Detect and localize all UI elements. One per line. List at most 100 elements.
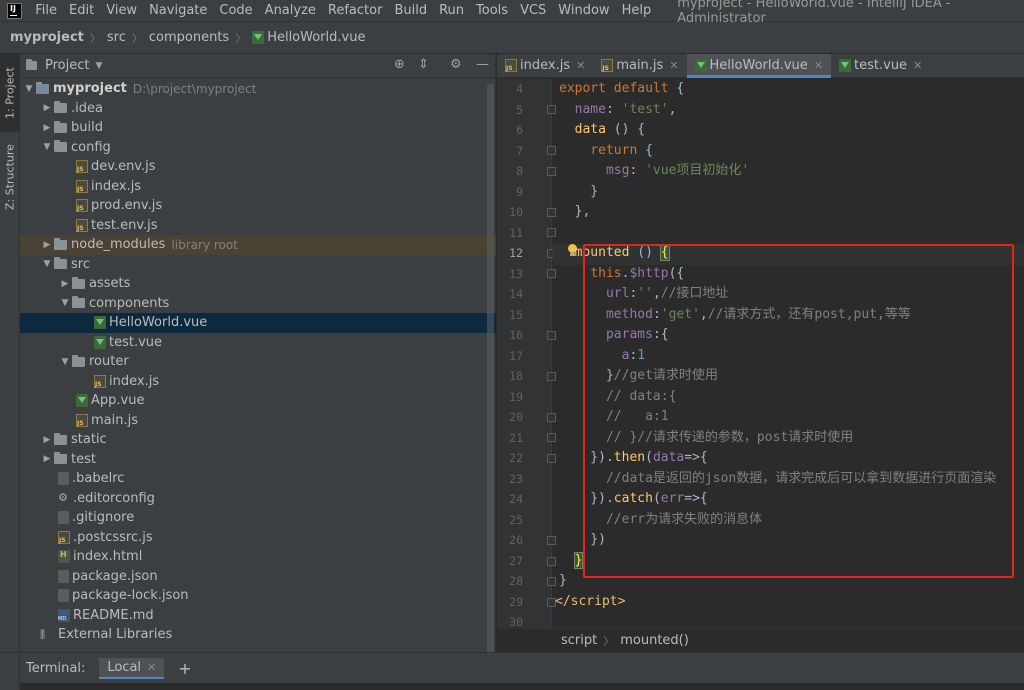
tree-item-readme-md[interactable]: README.md [20, 606, 496, 626]
fold-icon[interactable] [547, 146, 556, 155]
tree-item-helloworld-vue[interactable]: HelloWorld.vue [20, 313, 496, 333]
gear-icon[interactable]: ⚙ [450, 57, 462, 72]
fold-icon[interactable] [547, 536, 556, 545]
breadcrumb-project[interactable]: myproject [10, 30, 84, 45]
fold-icon[interactable] [547, 577, 556, 586]
tree-item-dev-env-js[interactable]: dev.env.js [20, 157, 496, 177]
breadcrumb-src[interactable]: src [107, 30, 126, 45]
tree-item-myproject[interactable]: ▼ myproject D:\project\myproject [20, 79, 496, 99]
tree-item-router[interactable]: ▼ router [20, 352, 496, 372]
fold-icon[interactable] [547, 454, 556, 463]
tab-local[interactable]: Local ✕ [99, 657, 165, 679]
chevron-down-icon[interactable]: ▼ [22, 84, 36, 94]
menu-code[interactable]: Code [213, 0, 258, 22]
tree-item-test-vue[interactable]: test.vue [20, 333, 496, 353]
editor-gutter[interactable]: 4 5 6 7 8 9 10 11 12 13 14 15 16 17 18 1… [497, 79, 556, 628]
tree-item-assets[interactable]: ▶ assets [20, 274, 496, 294]
tree-item-package-json[interactable]: package.json [20, 567, 496, 587]
editor-breadcrumb-mounted[interactable]: mounted() [620, 633, 689, 648]
tree-item-build[interactable]: ▶ build [20, 118, 496, 138]
chevron-down-icon[interactable]: ▼ [58, 357, 72, 367]
collapse-all-icon[interactable]: ⇕ [418, 57, 429, 72]
fold-icon[interactable] [547, 167, 556, 176]
tree-item-idea[interactable]: ▶ .idea [20, 99, 496, 119]
line-number: 7 [516, 143, 523, 158]
menu-navigate[interactable]: Navigate [143, 0, 213, 22]
minimize-icon[interactable]: — [476, 57, 489, 72]
breadcrumb-components[interactable]: components [149, 30, 229, 45]
chevron-down-icon[interactable]: ▼ [95, 61, 102, 71]
chevron-right-icon[interactable]: ▶ [40, 435, 54, 445]
menu-view[interactable]: View [100, 0, 143, 22]
tree-item-babelrc[interactable]: .babelrc [20, 469, 496, 489]
structure-tool-tab[interactable]: Z: Structure [0, 142, 20, 212]
tree-item-index-html[interactable]: index.html [20, 547, 496, 567]
fold-icon[interactable] [547, 433, 556, 442]
breadcrumb-file[interactable]: HelloWorld.vue [267, 30, 365, 45]
tree-item-config-index-js[interactable]: index.js [20, 177, 496, 197]
fold-icon[interactable] [547, 269, 556, 278]
tree-item-editorconfig[interactable]: ⚙ .editorconfig [20, 489, 496, 509]
project-view-selector[interactable]: Project [45, 58, 89, 73]
fold-icon[interactable] [547, 228, 556, 237]
fold-icon[interactable] [547, 105, 556, 114]
close-icon[interactable]: ✕ [913, 59, 922, 72]
tree-item-external-libraries[interactable]: ⫼ External Libraries [20, 625, 496, 645]
tree-item-test[interactable]: ▶ test [20, 450, 496, 470]
tree-item-label: package-lock.json [72, 588, 189, 604]
tree-item-prod-env-js[interactable]: prod.env.js [20, 196, 496, 216]
chevron-right-icon[interactable]: ▶ [40, 454, 54, 464]
chevron-right-icon[interactable]: ▶ [40, 240, 54, 250]
tree-item-node-modules[interactable]: ▶ node_modules library root [20, 235, 496, 255]
close-icon[interactable]: ✕ [669, 59, 678, 72]
chevron-right-icon[interactable]: ▶ [40, 123, 54, 133]
menu-tools[interactable]: Tools [470, 0, 514, 22]
fold-icon[interactable] [547, 372, 556, 381]
menu-run[interactable]: Run [433, 0, 470, 22]
fold-icon[interactable] [547, 331, 556, 340]
fold-icon[interactable] [547, 208, 556, 217]
project-panel-header: Project ▼ ⊕ ⇕ ⚙ — [20, 54, 495, 78]
tree-item-app-vue[interactable]: App.vue [20, 391, 496, 411]
menu-analyze[interactable]: Analyze [259, 0, 322, 22]
tab-test-vue[interactable]: test.vue ✕ [831, 54, 930, 77]
tree-item-gitignore[interactable]: .gitignore [20, 508, 496, 528]
tab-main-js[interactable]: main.js ✕ [593, 54, 686, 77]
tree-item-package-lock-json[interactable]: package-lock.json [20, 586, 496, 606]
close-icon[interactable]: ✕ [147, 661, 156, 674]
project-tool-tab[interactable]: 1: Project [0, 54, 20, 132]
chevron-down-icon[interactable]: ▼ [40, 142, 54, 152]
terminal-output[interactable] [20, 683, 1024, 690]
tree-item-src[interactable]: ▼ src [20, 255, 496, 275]
menu-edit[interactable]: Edit [63, 0, 100, 22]
tree-item-components[interactable]: ▼ components [20, 294, 496, 314]
editor-breadcrumb-script[interactable]: script [561, 633, 597, 648]
menu-file[interactable]: File [29, 0, 63, 22]
tree-item-config[interactable]: ▼ config [20, 138, 496, 158]
tree-item-main-js[interactable]: main.js [20, 411, 496, 431]
code-editor[interactable]: 4 5 6 7 8 9 10 11 12 13 14 15 16 17 18 1… [497, 79, 1024, 628]
menu-help[interactable]: Help [616, 0, 658, 22]
menu-build[interactable]: Build [388, 0, 433, 22]
menu-window[interactable]: Window [552, 0, 615, 22]
fold-icon[interactable] [547, 413, 556, 422]
close-icon[interactable]: ✕ [814, 59, 823, 72]
folder-icon [54, 140, 67, 153]
menu-vcs[interactable]: VCS [514, 0, 552, 22]
fold-icon[interactable] [547, 557, 556, 566]
chevron-down-icon[interactable]: ▼ [40, 259, 54, 269]
chevron-right-icon[interactable]: ▶ [58, 279, 72, 289]
tree-item-router-index-js[interactable]: index.js [20, 372, 496, 392]
tree-item-test-env-js[interactable]: test.env.js [20, 216, 496, 236]
chevron-right-icon[interactable]: ▶ [40, 103, 54, 113]
tab-index-js[interactable]: index.js ✕ [497, 54, 593, 77]
locate-target-icon[interactable]: ⊕ [394, 57, 405, 72]
close-icon[interactable]: ✕ [576, 59, 585, 72]
tab-helloworld-vue[interactable]: HelloWorld.vue ✕ [686, 54, 832, 78]
add-terminal-button[interactable]: + [178, 659, 191, 678]
tree-item-postcssrc-js[interactable]: .postcssrc.js [20, 528, 496, 548]
tree-item-static[interactable]: ▶ static [20, 430, 496, 450]
menu-refactor[interactable]: Refactor [322, 0, 389, 22]
chevron-down-icon[interactable]: ▼ [58, 298, 72, 308]
tree-scrollbar[interactable] [487, 84, 494, 654]
